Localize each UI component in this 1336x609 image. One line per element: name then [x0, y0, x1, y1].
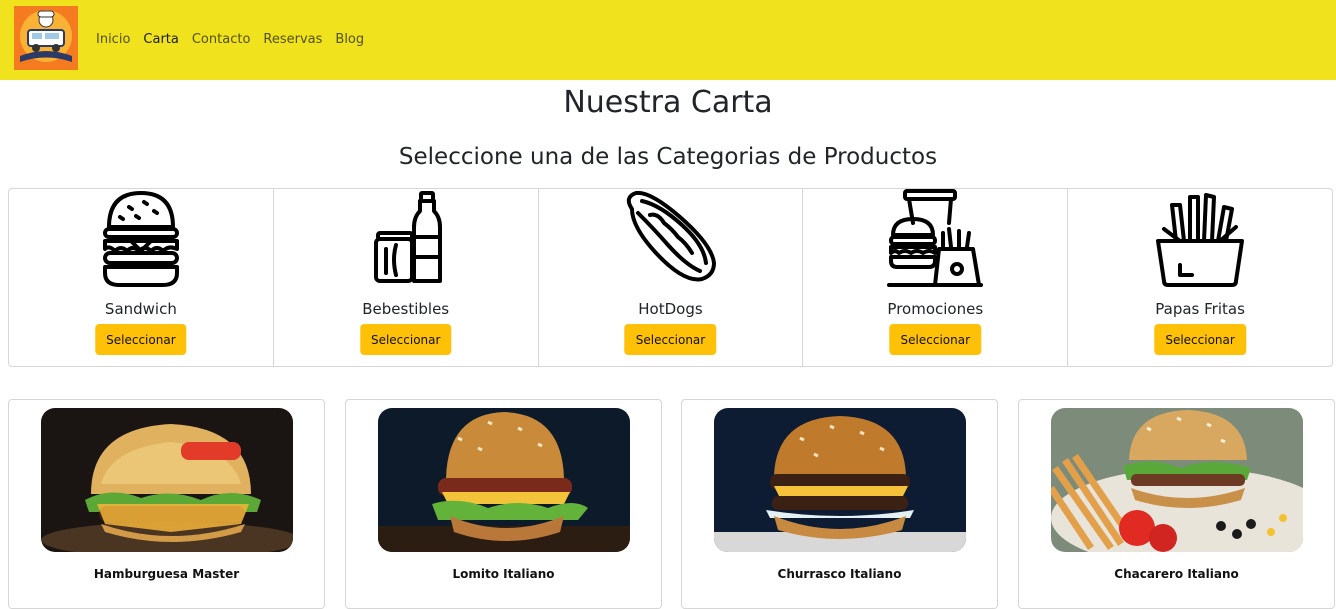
product-image [714, 408, 966, 552]
nav-link-inicio[interactable]: Inicio [96, 31, 130, 48]
category-name: Sandwich [104, 300, 177, 318]
category-name: HotDogs [638, 300, 703, 318]
select-sandwich-button[interactable]: Seleccionar [95, 324, 187, 355]
select-bebestibles-button[interactable]: Seleccionar [359, 324, 452, 355]
select-promociones-button[interactable]: Seleccionar [889, 324, 982, 355]
fries-icon [1156, 193, 1245, 287]
category-card-papas-fritas: Papas Fritas Seleccionar [1068, 189, 1332, 366]
hotdog-icon [627, 190, 717, 282]
product-name: Chacarero Italiano [1114, 567, 1239, 581]
select-papas-fritas-button[interactable]: Seleccionar [1154, 324, 1246, 355]
category-grid: Sandwich Seleccionar Bebestibles Selecci… [8, 188, 1333, 367]
product-card-chacarero-italiano[interactable]: Chacarero Italiano [1018, 399, 1335, 609]
product-card-lomito-italiano[interactable]: Lomito Italiano [345, 399, 662, 609]
category-card-bebestibles: Bebestibles Seleccionar [274, 189, 539, 366]
combo-icon [887, 189, 984, 287]
product-image [378, 408, 630, 552]
page-subtitle: Seleccione una de las Categorias de Prod… [398, 144, 938, 170]
product-card-hamburguesa-master[interactable]: Hamburguesa Master [8, 399, 325, 609]
nav-link-reservas[interactable]: Reservas [263, 31, 322, 48]
nav-links: Inicio Carta Contacto Reservas Blog [96, 31, 377, 48]
page-title: Nuestra Carta [563, 85, 773, 120]
product-name: Lomito Italiano [452, 567, 555, 581]
burger-icon [102, 191, 179, 287]
product-image [41, 408, 293, 552]
product-image [1051, 408, 1303, 552]
category-card-sandwich: Sandwich Seleccionar [9, 189, 274, 366]
category-name: Bebestibles [362, 300, 450, 318]
nav-link-blog[interactable]: Blog [335, 31, 364, 48]
product-name: Churrasco Italiano [777, 567, 902, 581]
drinks-icon [373, 191, 442, 283]
brand-logo[interactable] [14, 6, 78, 70]
category-card-hotdogs: HotDogs Seleccionar [539, 189, 804, 366]
nav-link-carta[interactable]: Carta [143, 31, 178, 48]
navbar: Inicio Carta Contacto Reservas Blog [0, 0, 1336, 80]
category-name: Papas Fritas [1155, 300, 1245, 318]
select-hotdogs-button[interactable]: Seleccionar [624, 324, 717, 355]
category-card-promociones: Promociones Seleccionar [803, 189, 1069, 366]
product-card-churrasco-italiano[interactable]: Churrasco Italiano [681, 399, 998, 609]
product-name: Hamburguesa Master [93, 567, 240, 581]
category-name: Promociones [887, 300, 984, 318]
nav-link-contacto[interactable]: Contacto [192, 31, 251, 48]
